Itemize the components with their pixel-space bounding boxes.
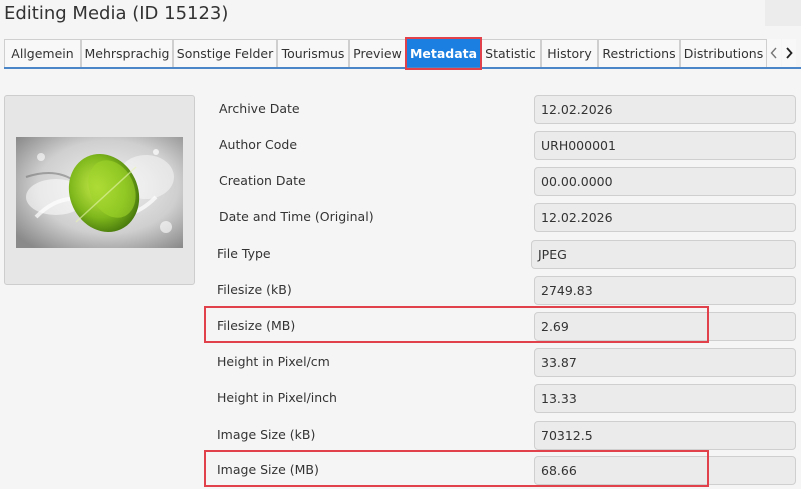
chevron-left-icon[interactable] (767, 39, 781, 67)
tab-distributions[interactable]: Distributions (680, 39, 767, 67)
active-tab-highlight (405, 37, 482, 70)
file-type-field[interactable]: JPEG (531, 240, 796, 269)
media-preview-panel (4, 95, 195, 285)
header-corner-box (765, 0, 801, 26)
tab-preview[interactable]: Preview (349, 39, 406, 67)
tab-sonstige-felder[interactable]: Sonstige Felder (173, 39, 277, 67)
image-size-kb-label: Image Size (kB) (217, 427, 316, 442)
archive-date-field[interactable]: 12.02.2026 (534, 95, 796, 124)
height-pixel-inch-label: Height in Pixel/inch (217, 390, 337, 405)
tab-history[interactable]: History (541, 39, 598, 67)
height-pixel-cm-label: Height in Pixel/cm (217, 354, 330, 369)
tab-allgemein[interactable]: Allgemein (4, 39, 81, 67)
author-code-label: Author Code (219, 137, 298, 152)
creation-date-field[interactable]: 00.00.0000 (534, 167, 796, 196)
author-code-field[interactable]: URH000001 (534, 131, 796, 160)
image-size-mb-highlight (204, 450, 709, 487)
height-pixel-inch-field[interactable]: 13.33 (534, 384, 796, 413)
height-pixel-cm-field[interactable]: 33.87 (534, 348, 796, 377)
chevron-right-icon[interactable] (782, 39, 796, 67)
file-type-label: File Type (217, 246, 271, 261)
date-time-original-field[interactable]: 12.02.2026 (534, 203, 796, 232)
archive-date-label: Archive Date (219, 101, 300, 116)
tab-statistic[interactable]: Statistic (480, 39, 541, 67)
tab-mehrsprachig[interactable]: Mehrsprachig (81, 39, 173, 67)
date-time-original-label: Date and Time (Original) (219, 209, 374, 224)
page-title: Editing Media (ID 15123) (4, 3, 229, 24)
filesize-kb-label: Filesize (kB) (217, 282, 292, 297)
tab-restrictions[interactable]: Restrictions (598, 39, 680, 67)
filesize-mb-highlight (204, 306, 709, 343)
tab-bar: Allgemein Mehrsprachig Sonstige Felder T… (4, 39, 801, 69)
media-thumbnail[interactable] (16, 137, 183, 248)
tab-tourismus[interactable]: Tourismus (277, 39, 349, 67)
image-size-kb-field[interactable]: 70312.5 (534, 421, 796, 450)
creation-date-label: Creation Date (219, 173, 306, 188)
filesize-kb-field[interactable]: 2749.83 (534, 276, 796, 305)
